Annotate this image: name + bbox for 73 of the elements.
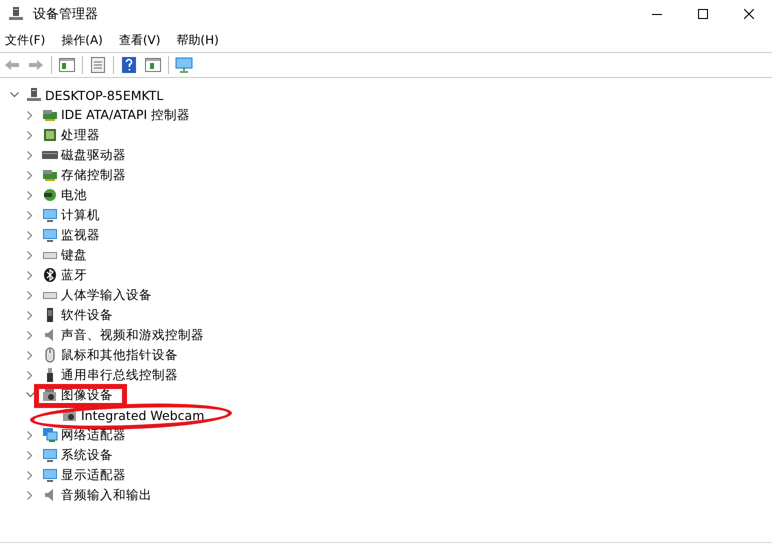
tree-item[interactable]: 磁盘驱动器 (61, 146, 126, 164)
chevron-down-icon[interactable] (26, 392, 34, 398)
chevron-right-icon[interactable] (27, 310, 33, 320)
battery-icon (42, 187, 58, 203)
tree-item[interactable]: 电池 (61, 186, 87, 204)
computer-icon (8, 6, 24, 22)
tree-item[interactable]: 蓝牙 (61, 266, 87, 284)
monitor-icon (42, 227, 58, 243)
menu-item[interactable]: 文件(F) (0, 32, 50, 48)
chevron-right-icon[interactable] (27, 130, 33, 140)
document-icon (91, 57, 105, 73)
card-icon (42, 167, 58, 183)
chevron-right-icon[interactable] (27, 350, 33, 360)
tree-item[interactable]: 处理器 (61, 126, 100, 144)
network-icon (42, 427, 58, 443)
arrow-left-icon (4, 59, 20, 71)
camera-icon (42, 387, 58, 403)
window-pane-icon (145, 58, 161, 72)
monitor-icon (42, 467, 58, 483)
chevron-right-icon[interactable] (27, 450, 33, 460)
chevron-right-icon[interactable] (27, 150, 33, 160)
help-icon (122, 57, 136, 73)
tree-item[interactable]: DESKTOP-85EMKTL (45, 88, 164, 102)
menu-item[interactable]: 帮助(H) (171, 32, 224, 48)
monitor-icon (42, 447, 58, 463)
help-button[interactable] (119, 55, 139, 75)
tree-item[interactable]: 声音、视频和游戏控制器 (61, 326, 204, 344)
chevron-right-icon[interactable] (27, 270, 33, 280)
computer-icon (26, 87, 42, 103)
close-icon (744, 9, 754, 19)
chevron-right-icon[interactable] (27, 470, 33, 480)
menu-item[interactable]: 查看(V) (114, 32, 166, 48)
tree-item[interactable]: 存储控制器 (61, 166, 126, 184)
chevron-right-icon[interactable] (27, 210, 33, 220)
scan-hardware-button[interactable] (174, 55, 194, 75)
bluetooth-icon (42, 267, 58, 283)
tree-item[interactable]: Integrated Webcam (81, 408, 204, 422)
tree-item[interactable]: 鼠标和其他指针设备 (61, 346, 178, 364)
chevron-right-icon[interactable] (27, 250, 33, 260)
tree-item[interactable]: IDE ATA/ATAPI 控制器 (61, 106, 190, 124)
tree-item[interactable]: 人体学输入设备 (61, 286, 152, 304)
arrow-right-icon (28, 59, 44, 71)
chip-icon (42, 127, 58, 143)
window-pane-icon (59, 58, 75, 72)
tree-item[interactable]: 通用串行总线控制器 (61, 366, 178, 384)
tree-item[interactable]: 音频输入和输出 (61, 486, 152, 504)
card-icon (42, 107, 58, 123)
chevron-down-icon[interactable] (10, 92, 18, 98)
properties-button[interactable] (88, 55, 108, 75)
monitor-icon (42, 207, 58, 223)
window-pane-button[interactable] (57, 55, 77, 75)
tree-item[interactable]: 网络适配器 (61, 426, 126, 444)
chevron-right-icon[interactable] (27, 370, 33, 380)
window-pane-right-button[interactable] (143, 55, 163, 75)
tree-item[interactable]: 图像设备 (61, 386, 113, 404)
monitor-icon (175, 57, 193, 73)
tree-item[interactable]: 系统设备 (61, 446, 113, 464)
tree-item[interactable]: 监视器 (61, 226, 100, 244)
tree-item[interactable]: 软件设备 (61, 306, 113, 324)
chevron-right-icon[interactable] (27, 170, 33, 180)
window-title: 设备管理器 (33, 6, 99, 23)
menu-item[interactable]: 操作(A) (56, 32, 108, 48)
chevron-right-icon[interactable] (27, 330, 33, 340)
tree-item[interactable]: 显示适配器 (61, 466, 126, 484)
tree-item[interactable]: 键盘 (61, 246, 87, 264)
chevron-right-icon[interactable] (27, 230, 33, 240)
chevron-right-icon[interactable] (27, 290, 33, 300)
tree-item[interactable]: 计算机 (61, 206, 100, 224)
maximize-icon (698, 9, 708, 19)
chevron-right-icon[interactable] (27, 190, 33, 200)
chevron-right-icon[interactable] (27, 110, 33, 120)
chevron-right-icon[interactable] (27, 430, 33, 440)
chevron-right-icon[interactable] (27, 490, 33, 500)
